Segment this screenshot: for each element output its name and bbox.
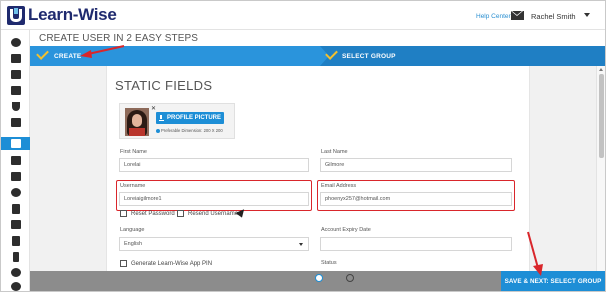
generate-pin-checkbox[interactable] (120, 260, 127, 267)
reports-icon (10, 188, 21, 197)
scrollbar[interactable] (596, 66, 605, 271)
checkmark-icon (36, 47, 49, 60)
calendar-icon (10, 86, 21, 95)
users-icon (10, 139, 21, 148)
dashboard-icon (10, 38, 21, 47)
step-select-group-label: SELECT GROUP (342, 53, 396, 60)
scroll-up-icon[interactable] (599, 68, 603, 71)
analytics-icon (10, 220, 21, 229)
documents-icon (11, 203, 20, 214)
sidebar-item-users[interactable] (1, 137, 30, 150)
help-center-link[interactable]: Help Center (476, 13, 511, 20)
presentation-icon (10, 118, 21, 127)
sidebar-item-mobile[interactable] (1, 250, 30, 263)
step-create[interactable]: CREATE (30, 46, 320, 66)
generate-pin-label: Generate Learn-Wise App PIN (131, 261, 213, 267)
section-title: STATIC FIELDS (115, 78, 213, 93)
first-name-field[interactable]: Lorelai (119, 158, 309, 172)
sidebar-item-messages[interactable] (1, 170, 30, 183)
avatar (125, 108, 149, 136)
footer-bar: SAVE & NEXT: SELECT GROUP (30, 271, 605, 291)
save-next-button[interactable]: SAVE & NEXT: SELECT GROUP (501, 271, 605, 291)
profile-picture-button[interactable]: PROFILE PICTURE (156, 112, 224, 124)
language-label: Language (120, 227, 145, 233)
status-label: Status (321, 260, 337, 266)
envelope-icon (10, 172, 21, 181)
scroll-thumb[interactable] (599, 74, 604, 158)
trophy-icon (11, 102, 20, 111)
mobile-icon (12, 251, 19, 262)
profile-picture-box: ✕ PROFILE PICTURE Preferable Dimension: … (119, 103, 235, 139)
reset-password-label: Reset Password (131, 211, 175, 217)
gear-icon (10, 268, 21, 277)
form-panel: STATIC FIELDS ✕ PROFILE PICTURE Preferab… (106, 66, 530, 271)
upload-icon (158, 114, 164, 121)
step-select-group[interactable]: SELECT GROUP (325, 46, 605, 66)
checkmark-icon (325, 47, 338, 60)
info-icon (156, 128, 160, 133)
resend-username-checkbox[interactable] (177, 210, 184, 217)
courses-icon (10, 54, 21, 63)
page-title: CREATE USER IN 2 EASY STEPS (39, 33, 199, 44)
sidebar-item-presentations[interactable] (1, 116, 30, 129)
sidebar-item-share[interactable] (1, 154, 30, 167)
step-bar: CREATE SELECT GROUP (30, 46, 605, 66)
last-name-label: Last Name (321, 149, 348, 155)
last-name-field[interactable]: Gilmore (320, 158, 512, 172)
top-bar: Learn-Wise Help Center Rachel Smith (1, 1, 605, 30)
chevron-down-icon (299, 243, 303, 246)
library-icon (10, 70, 21, 79)
sidebar-item-library[interactable] (1, 68, 30, 81)
sidebar-item-calendar[interactable] (1, 84, 30, 97)
step-create-label: CREATE (54, 53, 82, 60)
brand-name: Learn-Wise (28, 5, 117, 24)
first-name-label: First Name (120, 149, 147, 155)
sidebar-item-courses[interactable] (1, 52, 30, 65)
sidebar-item-documents[interactable] (1, 202, 30, 215)
content-area: STATIC FIELDS ✕ PROFILE PICTURE Preferab… (30, 66, 605, 271)
chevron-down-icon[interactable] (584, 13, 590, 17)
checklist-icon (11, 235, 20, 246)
close-icon[interactable]: ✕ (151, 105, 156, 112)
reset-password-checkbox[interactable] (120, 210, 127, 217)
mail-icon[interactable] (511, 11, 524, 20)
sidebar (1, 30, 30, 291)
resend-username-label: Resend Username (188, 211, 239, 217)
dimension-note: Preferable Dimension: 200 X 200 (156, 128, 223, 133)
language-select[interactable]: English (119, 237, 309, 251)
learnwise-logo-icon (7, 6, 25, 25)
share-icon (10, 156, 21, 165)
sidebar-item-achievements[interactable] (1, 100, 30, 113)
account-expiry-field[interactable] (320, 237, 512, 251)
sidebar-item-stats[interactable] (1, 280, 30, 292)
sidebar-item-checklist[interactable] (1, 234, 30, 247)
username-field[interactable]: Loreiaigilmore1 (119, 192, 309, 206)
sidebar-item-analytics[interactable] (1, 218, 30, 231)
page-header: CREATE USER IN 2 EASY STEPS (30, 30, 605, 46)
email-field[interactable]: phoenyx257@hotmail.com (320, 192, 512, 206)
sidebar-item-settings[interactable] (1, 266, 30, 279)
sidebar-item-dashboard[interactable] (1, 36, 30, 49)
status-radio-active[interactable] (315, 274, 323, 282)
email-label: Email Address (321, 183, 357, 189)
status-radio-inactive[interactable] (346, 274, 354, 282)
sidebar-item-reports[interactable] (1, 186, 30, 199)
account-expiry-label: Account Expiry Date (321, 227, 371, 233)
pie-chart-icon (10, 282, 21, 291)
username-label: Username (120, 183, 146, 189)
user-menu-name[interactable]: Rachel Smith (531, 12, 576, 21)
